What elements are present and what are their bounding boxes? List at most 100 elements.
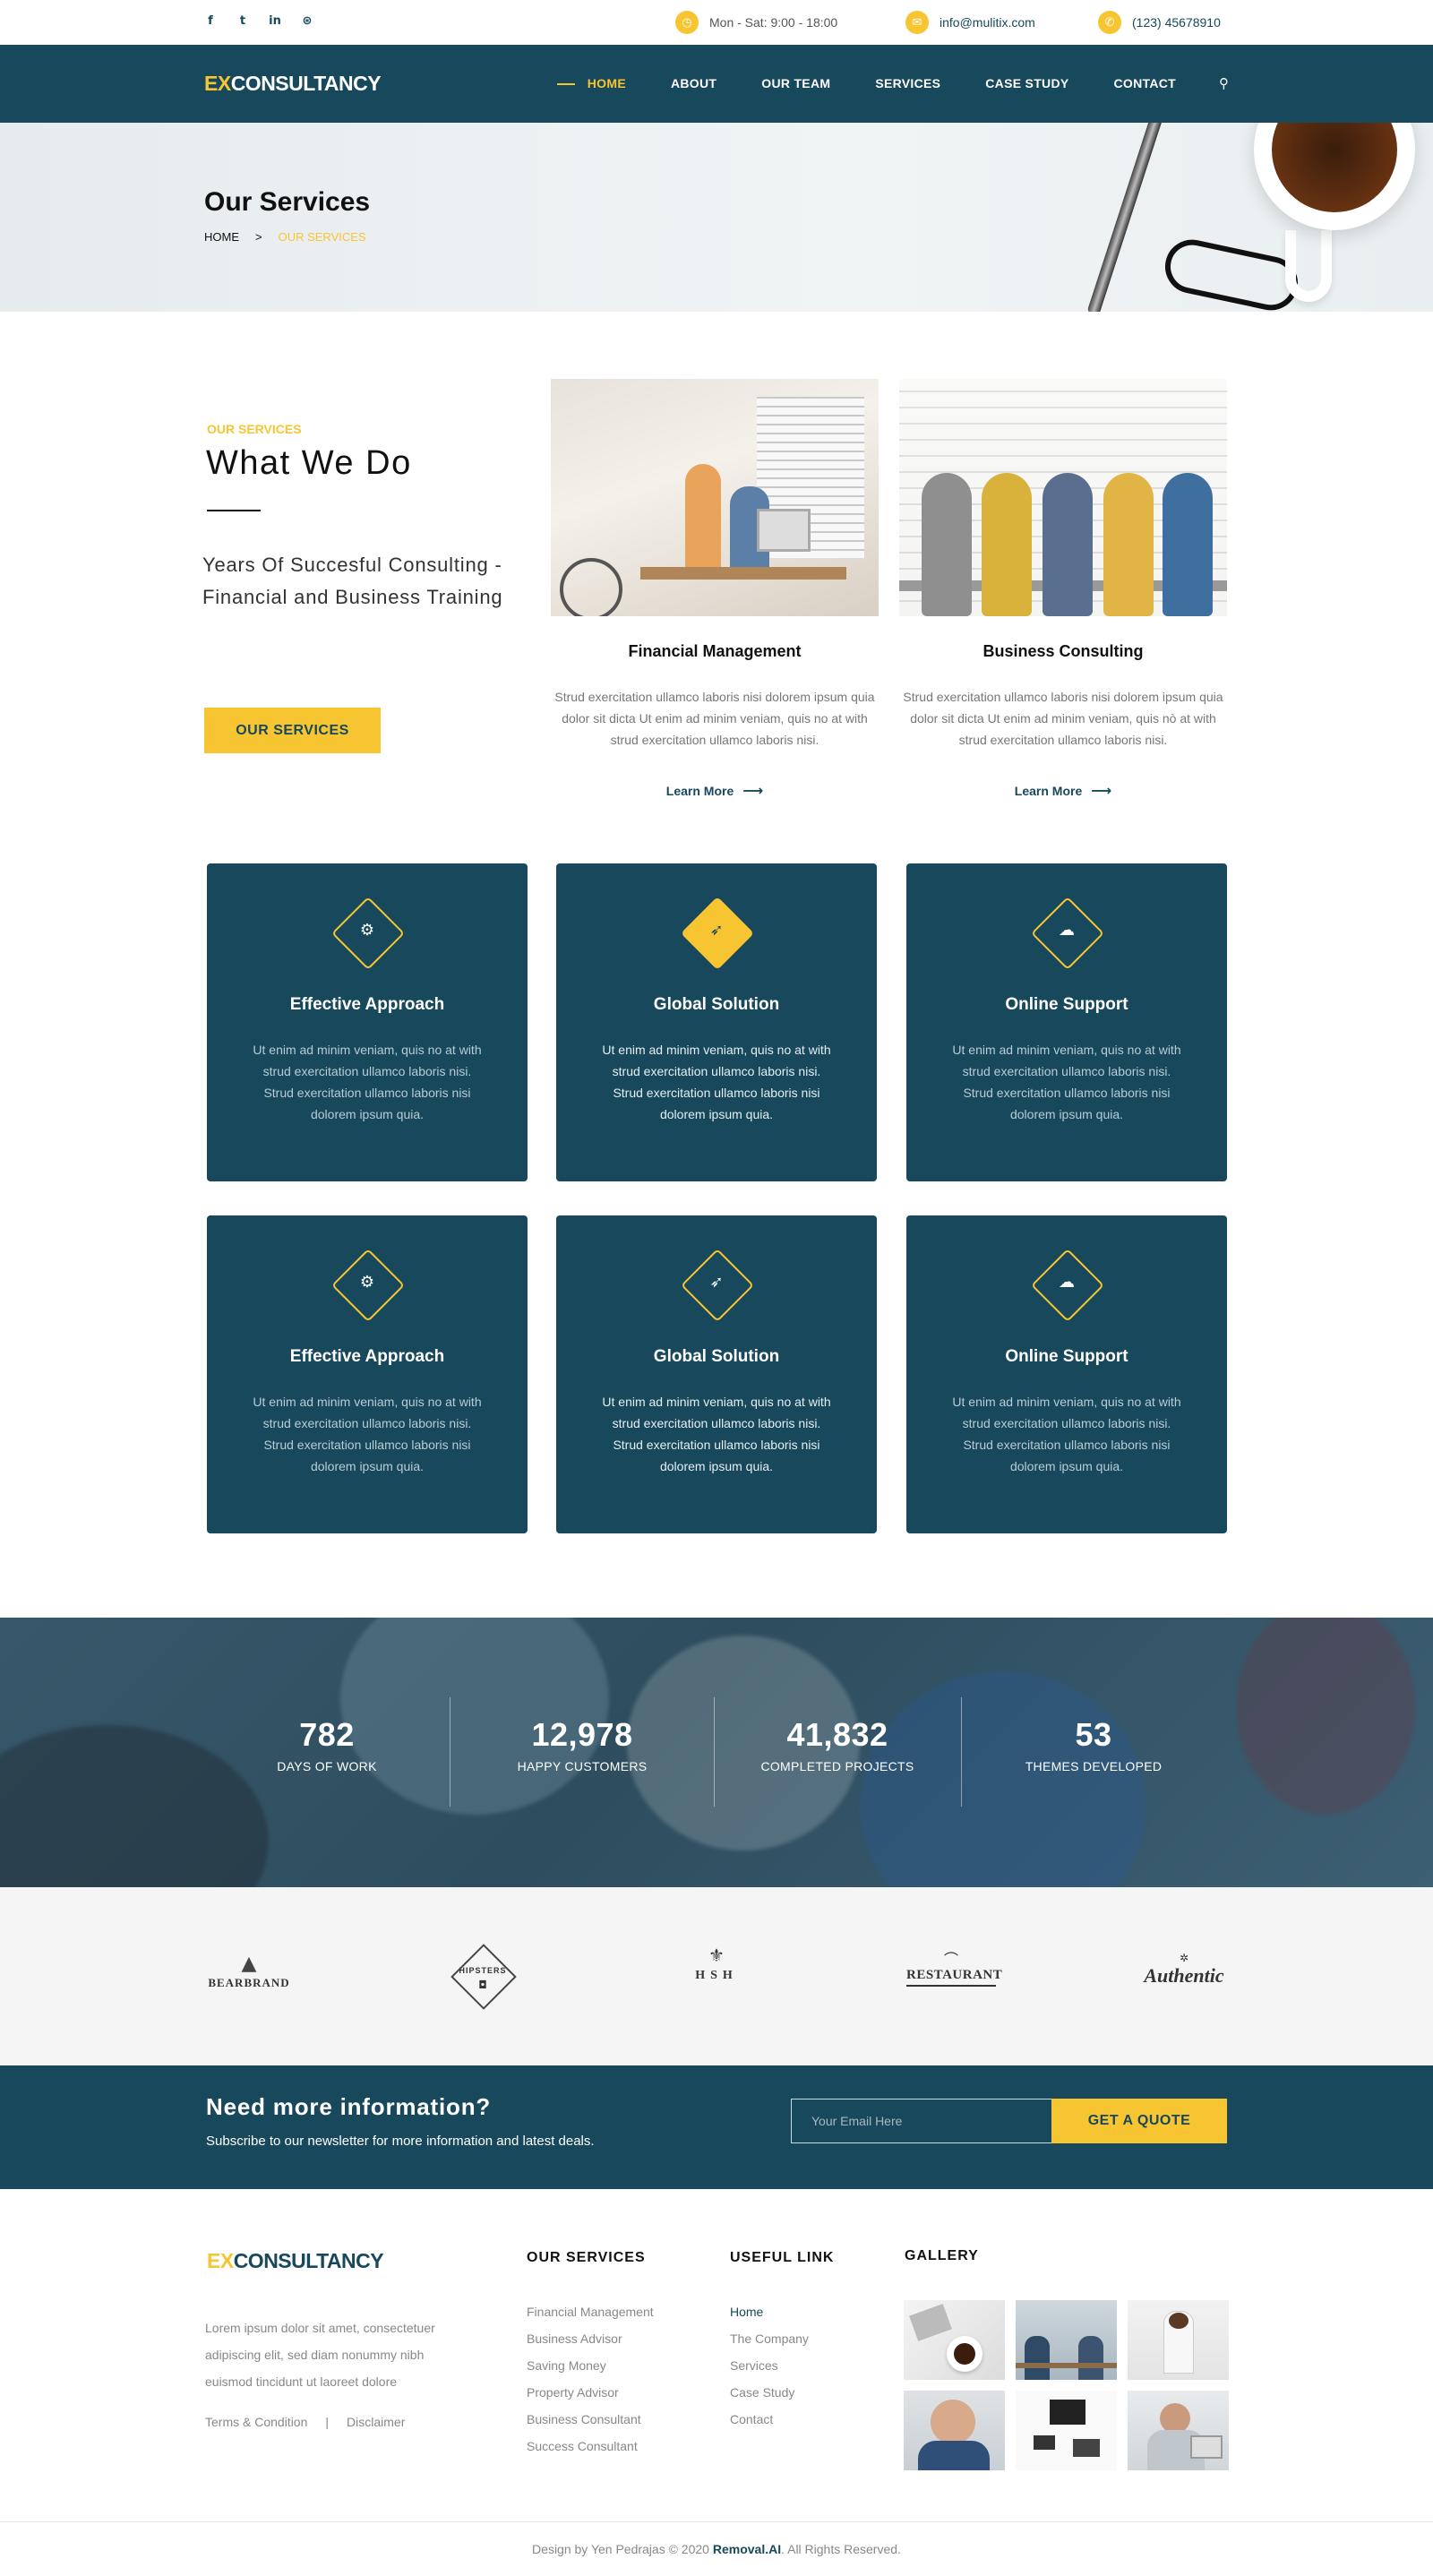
- cup-handle-image: [1285, 230, 1332, 302]
- dribbble-icon[interactable]: ⊛: [301, 14, 313, 28]
- stat-number: 41,832: [786, 1716, 888, 1753]
- gallery-thumb[interactable]: [1016, 2300, 1117, 2380]
- office-photo: [551, 379, 879, 616]
- copyright-text: Design by Yen Pedrajas © 2020: [532, 2542, 709, 2556]
- footer-useful-link[interactable]: Services: [730, 2356, 809, 2383]
- footer-service-link[interactable]: Success Consultant: [527, 2436, 654, 2463]
- link-divider: |: [325, 2415, 330, 2429]
- learn-more-link[interactable]: Learn More ⟶: [899, 782, 1227, 799]
- feature-title: Online Support: [1005, 995, 1128, 1014]
- footer-service-link[interactable]: Business Consultant: [527, 2409, 654, 2436]
- twitter-icon[interactable]: t: [236, 14, 249, 28]
- feature-card[interactable]: ☁ Online Support Ut enim ad minim veniam…: [906, 1215, 1227, 1533]
- search-icon[interactable]: ⚲: [1219, 75, 1229, 91]
- facebook-icon[interactable]: f: [204, 14, 217, 28]
- newsletter-subtitle: Subscribe to our newsletter for more inf…: [206, 2134, 595, 2149]
- learn-more-link[interactable]: Learn More ⟶: [551, 782, 879, 799]
- footer-useful-list: Home The Company Services Case Study Con…: [730, 2302, 809, 2436]
- footer-gallery: [904, 2300, 1229, 2470]
- gallery-thumb[interactable]: [904, 2300, 1005, 2380]
- footer-useful-link[interactable]: Case Study: [730, 2383, 809, 2409]
- arrow-right-icon: ⟶: [742, 782, 764, 799]
- email-text[interactable]: info@mulitix.com: [940, 15, 1035, 30]
- footer-service-link[interactable]: Business Advisor: [527, 2329, 654, 2356]
- newsletter-section: Need more information? Subscribe to our …: [0, 2065, 1433, 2189]
- feature-title: Effective Approach: [289, 1347, 445, 1366]
- nav-item-contact[interactable]: CONTACT: [1114, 76, 1177, 90]
- rocket-icon: ➶: [709, 921, 724, 940]
- our-services-button[interactable]: OUR SERVICES: [204, 708, 381, 753]
- feature-text: Ut enim ad minim veniam, quis no at with…: [602, 1043, 831, 1121]
- logo-rest: CONSULTANCY: [230, 72, 382, 95]
- newsletter-title: Need more information?: [206, 2093, 492, 2120]
- feature-card[interactable]: ➶ Global Solution Ut enim ad minim venia…: [556, 863, 877, 1181]
- learn-more-label[interactable]: Learn More: [1015, 784, 1082, 798]
- page-title: Our Services: [204, 187, 371, 217]
- chat-icon: ☁: [1059, 1273, 1075, 1292]
- gallery-thumb[interactable]: [904, 2391, 1005, 2470]
- footer-logo[interactable]: EXCONSULTANCY: [207, 2249, 384, 2273]
- service-card-text: Strud exercitation ullamco laboris nisi …: [554, 690, 875, 747]
- main-navbar: EXCONSULTANCY HOME ABOUT OUR TEAM SERVIC…: [0, 45, 1433, 123]
- gears-icon: ⚙: [359, 1273, 375, 1292]
- nav-item-home[interactable]: HOME: [556, 76, 626, 90]
- footer-useful-link[interactable]: Home: [730, 2302, 809, 2329]
- restaurant-logo: ⌒ RESTAURANT: [906, 1952, 1002, 1987]
- service-card-title: Financial Management: [628, 642, 802, 660]
- nav-item-about[interactable]: ABOUT: [671, 76, 716, 90]
- stats-section: 782 DAYS OF WORK 12,978 HAPPY CUSTOMERS …: [0, 1618, 1433, 1887]
- title-underline: [207, 510, 261, 511]
- footer-legal-links: Terms & Condition | Disclaimer: [205, 2415, 405, 2429]
- logo-rest: CONSULTANCY: [233, 2249, 384, 2272]
- hipsters-logo: HIPSTERS ◘: [450, 1944, 517, 2010]
- footer-service-link[interactable]: Financial Management: [527, 2302, 654, 2329]
- feature-card[interactable]: ⚙ Effective Approach Ut enim ad minim ve…: [207, 863, 528, 1181]
- stat-number: 782: [299, 1716, 355, 1753]
- service-card-text: Strud exercitation ullamco laboris nisi …: [903, 690, 1223, 747]
- terms-link[interactable]: Terms & Condition: [205, 2415, 307, 2429]
- removal-ai-link[interactable]: Removal.AI: [713, 2542, 781, 2556]
- feature-card[interactable]: ☁ Online Support Ut enim ad minim veniam…: [906, 863, 1227, 1181]
- hsh-logo: ⚜ HSH: [695, 1945, 738, 1982]
- footer-useful-link[interactable]: The Company: [730, 2329, 809, 2356]
- gallery-thumb[interactable]: [1128, 2391, 1229, 2470]
- breadcrumb-home[interactable]: HOME: [204, 230, 239, 244]
- nav-item-case-study[interactable]: CASE STUDY: [985, 76, 1068, 90]
- feature-text: Ut enim ad minim veniam, quis no at with…: [952, 1395, 1181, 1473]
- service-card-business: Business Consulting Strud exercitation u…: [899, 379, 1227, 799]
- nav-item-our-team[interactable]: OUR TEAM: [761, 76, 830, 90]
- breadcrumb-separator: >: [255, 230, 262, 244]
- section-title: What We Do: [206, 444, 412, 482]
- top-bar: f t in ⊛ ◷ Mon - Sat: 9:00 - 18:00 ✉ inf…: [0, 0, 1433, 45]
- footer-divider: [0, 2521, 1433, 2522]
- authentic-logo: ✲ Authentic: [1144, 1952, 1224, 1987]
- footer-service-link[interactable]: Property Advisor: [527, 2383, 654, 2409]
- stat-label: THEMES DEVELOPED: [1025, 1759, 1163, 1773]
- linkedin-icon[interactable]: in: [269, 14, 281, 28]
- opening-hours: ◷ Mon - Sat: 9:00 - 18:00: [675, 11, 837, 34]
- stat-label: COMPLETED PROJECTS: [760, 1759, 914, 1773]
- copyright-suffix: . All Rights Reserved.: [781, 2542, 901, 2556]
- get-a-quote-button[interactable]: GET A QUOTE: [1051, 2099, 1227, 2143]
- feature-text: Ut enim ad minim veniam, quis no at with…: [952, 1043, 1181, 1121]
- stat-days-of-work: 782 DAYS OF WORK: [210, 1716, 443, 1773]
- footer-useful-link[interactable]: Contact: [730, 2409, 809, 2436]
- hours-text: Mon - Sat: 9:00 - 18:00: [709, 15, 838, 30]
- feature-card[interactable]: ➶ Global Solution Ut enim ad minim venia…: [556, 1215, 877, 1533]
- nav-item-services[interactable]: SERVICES: [875, 76, 940, 90]
- disclaimer-link[interactable]: Disclaimer: [347, 2415, 405, 2429]
- phone-contact[interactable]: ✆ (123) 45678910: [1098, 11, 1221, 34]
- email-input[interactable]: [791, 2099, 1052, 2143]
- gallery-thumb[interactable]: [1128, 2300, 1229, 2380]
- footer-service-link[interactable]: Saving Money: [527, 2356, 654, 2383]
- nav-menu: HOME ABOUT OUR TEAM SERVICES CASE STUDY …: [543, 75, 1229, 91]
- phone-text[interactable]: (123) 45678910: [1132, 15, 1221, 30]
- learn-more-label[interactable]: Learn More: [666, 784, 734, 798]
- stat-themes-developed: 53 THEMES DEVELOPED: [977, 1716, 1210, 1773]
- email-contact[interactable]: ✉ info@mulitix.com: [905, 11, 1035, 34]
- feature-text: Ut enim ad minim veniam, quis no at with…: [602, 1395, 831, 1473]
- feature-card[interactable]: ⚙ Effective Approach Ut enim ad minim ve…: [207, 1215, 528, 1533]
- site-logo[interactable]: EXCONSULTANCY: [204, 72, 382, 96]
- stat-label: DAYS OF WORK: [277, 1759, 377, 1773]
- gallery-thumb[interactable]: [1016, 2391, 1117, 2470]
